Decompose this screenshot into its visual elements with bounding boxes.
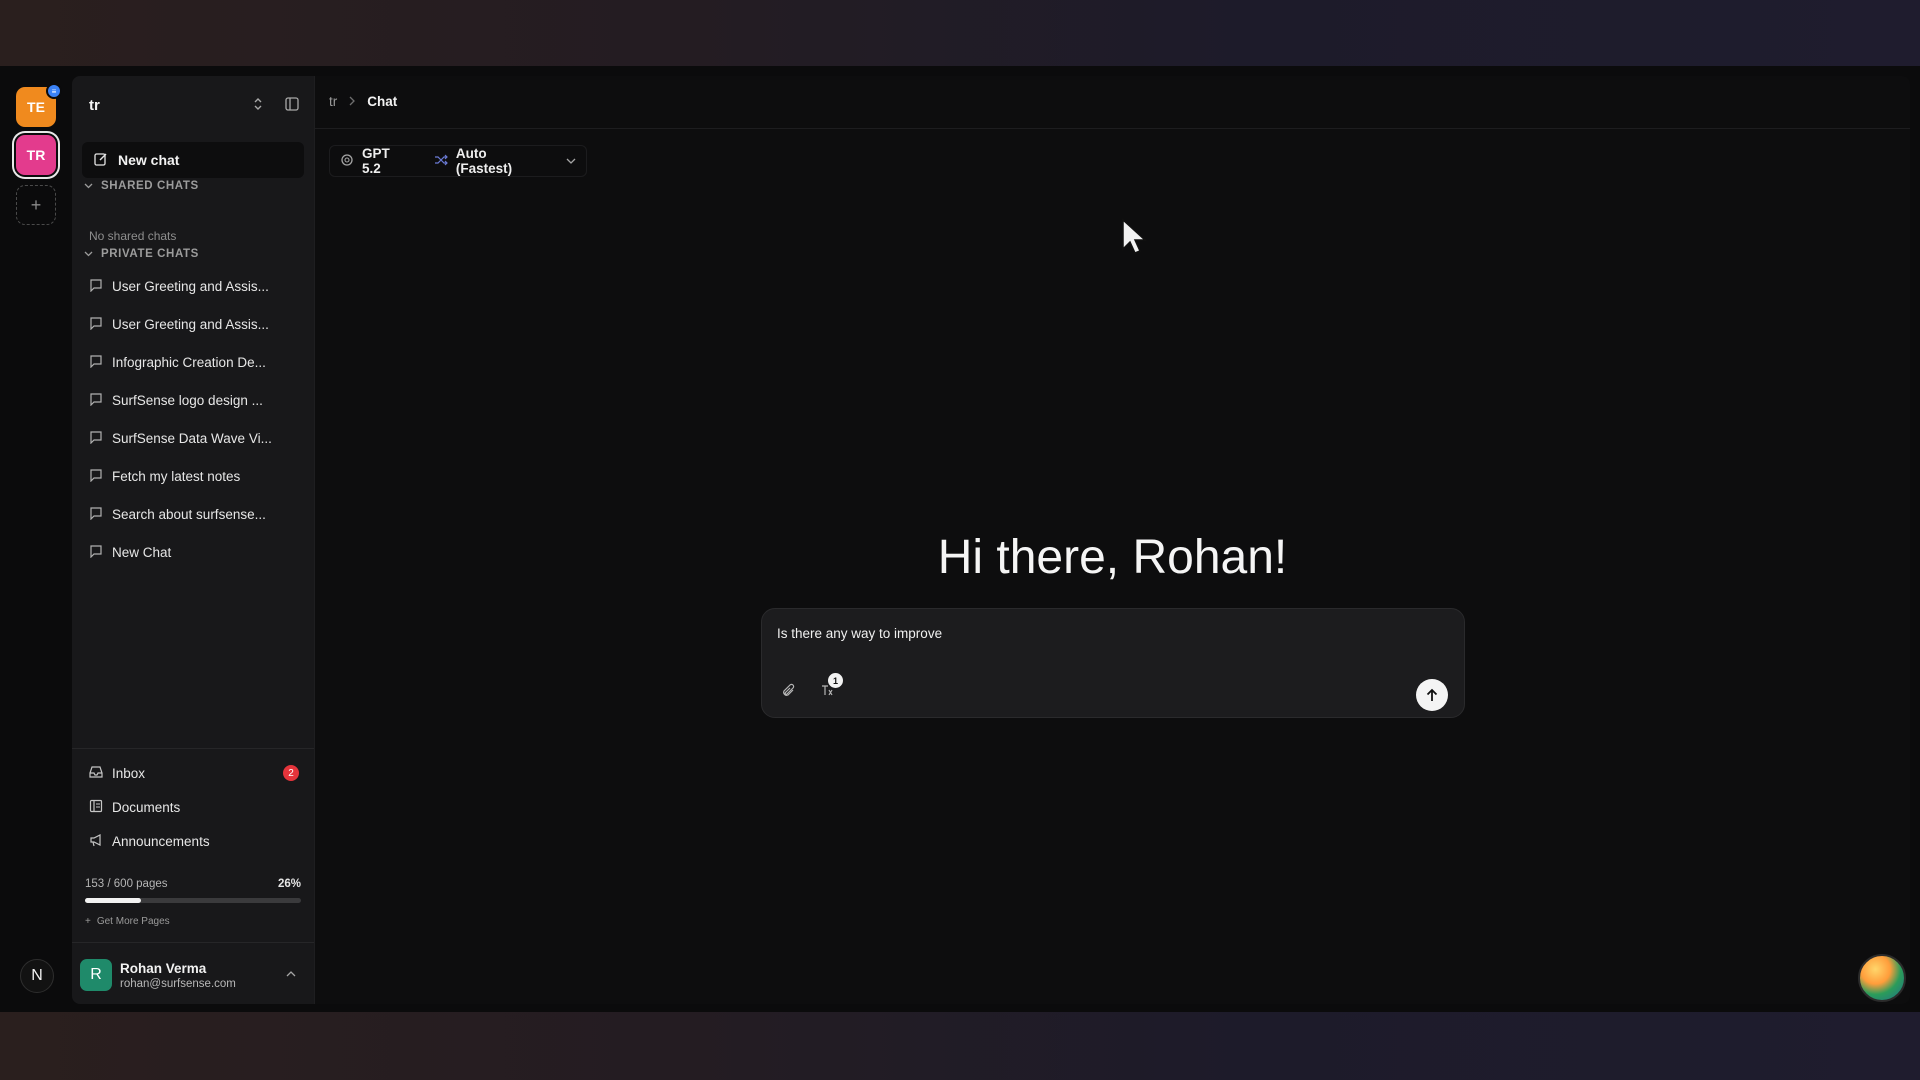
chevron-up-icon: [286, 966, 296, 980]
inbox-count-badge: 2: [283, 765, 299, 781]
workspace-te-label: TE: [27, 99, 45, 115]
shuffle-icon: [434, 154, 448, 169]
shared-chats-toggle[interactable]: SHARED CHATS: [84, 180, 199, 192]
page-usage-text: 153 / 600 pages: [85, 878, 168, 890]
chat-list-item[interactable]: Fetch my latest notes: [89, 465, 289, 487]
chat-composer[interactable]: Is there any way to improve 1: [761, 608, 1465, 718]
chevron-down-icon: [566, 155, 576, 167]
new-chat-button[interactable]: New chat: [82, 142, 304, 178]
chat-title: User Greeting and Assis...: [112, 278, 269, 294]
get-more-pages-label: Get More Pages: [96, 916, 170, 927]
breadcrumb-current: Chat: [367, 94, 398, 109]
breadcrumb: tr Chat: [329, 94, 397, 109]
chat-list-item[interactable]: SurfSense logo design ...: [89, 389, 289, 411]
chat-title: SurfSense Data Wave Vi...: [112, 430, 272, 446]
model-selector[interactable]: GPT 5.2 Auto (Fastest): [329, 145, 587, 177]
chat-title: Fetch my latest notes: [112, 468, 241, 484]
openai-icon: [340, 153, 354, 170]
paperclip-icon[interactable]: [782, 683, 796, 701]
sidebar-header-actions: [248, 94, 302, 114]
workspace-tr-label: TR: [26, 147, 46, 163]
chat-title: Search about surfsense...: [112, 506, 266, 522]
message-icon: [89, 506, 103, 523]
chat-list-item[interactable]: Search about surfsense...: [89, 503, 289, 525]
page-usage-fill: [85, 898, 142, 903]
nav-announcements[interactable]: Announcements: [89, 830, 299, 852]
app-frame: TE ≡ TR + N tr New chat SHARED CHATS No …: [0, 66, 1920, 1012]
chevron-down-icon: [84, 248, 93, 260]
message-icon: [89, 544, 103, 561]
app-logo-icon[interactable]: N: [20, 959, 54, 993]
page-usage-percent: 26%: [277, 878, 301, 890]
add-workspace-button[interactable]: +: [16, 185, 56, 225]
megaphone-icon: [89, 833, 103, 850]
model-name: GPT 5.2: [362, 146, 390, 176]
user-name: Rohan Verma: [120, 960, 207, 976]
nav-documents[interactable]: Documents: [89, 796, 299, 818]
chat-list-item[interactable]: New Chat: [89, 541, 289, 563]
message-icon: [89, 392, 103, 409]
nav-announcements-label: Announcements: [112, 833, 210, 849]
switch-workspace-icon[interactable]: [248, 94, 268, 114]
workspace-shared-badge-icon: ≡: [46, 83, 62, 99]
chat-list-item[interactable]: User Greeting and Assis...: [89, 275, 289, 297]
message-icon: [89, 468, 103, 485]
chevron-right-icon: [349, 94, 356, 109]
nav-inbox-label: Inbox: [112, 765, 146, 781]
sidebar: tr New chat SHARED CHATS No shared chats: [72, 76, 314, 1004]
user-menu[interactable]: R Rohan Verma rohan@surfsense.com: [80, 956, 306, 994]
nav-inbox[interactable]: Inbox 2: [89, 762, 299, 784]
chat-list-item[interactable]: Infographic Creation De...: [89, 351, 289, 373]
topbar: tr Chat: [315, 76, 1910, 129]
chat-title: Infographic Creation De...: [112, 354, 266, 370]
message-icon: [89, 316, 103, 333]
chat-list-item[interactable]: User Greeting and Assis...: [89, 313, 289, 335]
chat-list-item[interactable]: SurfSense Data Wave Vi...: [89, 427, 289, 449]
chat-title: New Chat: [112, 544, 172, 560]
collapse-sidebar-icon[interactable]: [282, 94, 302, 114]
workspace-title[interactable]: tr: [89, 97, 100, 114]
private-chats-toggle[interactable]: PRIVATE CHATS: [84, 248, 199, 260]
chevron-down-icon: [84, 180, 93, 192]
breadcrumb-workspace[interactable]: tr: [329, 94, 337, 109]
chat-title: SurfSense logo design ...: [112, 392, 263, 408]
inbox-icon: [89, 765, 103, 782]
avatar: R: [80, 959, 112, 991]
workspace-rail: TE ≡ TR + N: [0, 66, 72, 1012]
workspace-tr[interactable]: TR: [16, 135, 56, 175]
nav-documents-label: Documents: [112, 799, 181, 815]
chat-title: User Greeting and Assis...: [112, 316, 269, 332]
edit-icon: [94, 152, 108, 169]
mouse-cursor-icon: [1121, 218, 1147, 261]
mode-name: Auto (Fastest): [455, 146, 513, 176]
plus-icon: +: [85, 916, 91, 927]
greeting-heading: Hi there, Rohan!: [937, 531, 1288, 584]
message-icon: [89, 354, 103, 371]
user-email: rohan@surfsense.com: [120, 977, 236, 990]
sidebar-divider: [72, 942, 314, 943]
message-icon: [89, 278, 103, 295]
private-chats-label: PRIVATE CHATS: [101, 248, 199, 260]
floating-assistant-avatar[interactable]: [1858, 954, 1906, 1002]
tools-count-badge: 1: [828, 673, 843, 688]
message-icon: [89, 430, 103, 447]
get-more-pages-link[interactable]: + Get More Pages: [85, 916, 170, 927]
main-panel: tr Chat GPT 5.2 Auto (Fastest) Hi there,…: [314, 76, 1910, 1004]
user-info: Rohan Verma rohan@surfsense.com: [120, 961, 236, 990]
sidebar-divider: [72, 748, 314, 749]
shared-chats-label: SHARED CHATS: [101, 180, 199, 192]
workspace-te[interactable]: TE ≡: [16, 83, 62, 127]
send-button[interactable]: [1416, 679, 1448, 711]
no-shared-chats-text: No shared chats: [89, 229, 177, 243]
page-usage-bar: [85, 898, 301, 903]
new-chat-label: New chat: [118, 152, 180, 168]
composer-input[interactable]: Is there any way to improve: [777, 626, 942, 641]
documents-icon: [89, 799, 103, 816]
